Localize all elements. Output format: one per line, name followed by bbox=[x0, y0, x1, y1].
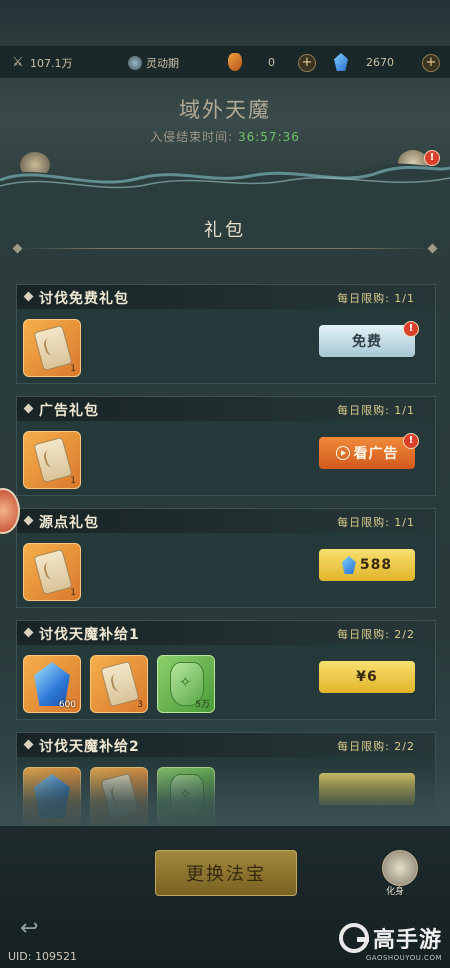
button-label: 免费 bbox=[352, 334, 382, 350]
pack-limit: 每日限购: 1/1 bbox=[337, 292, 415, 305]
watch-ad-button[interactable]: 看广告 bbox=[319, 437, 415, 469]
diamond-bullet-icon bbox=[23, 739, 34, 750]
play-icon bbox=[335, 446, 350, 460]
cloud-wave-decoration bbox=[0, 163, 450, 210]
button-label: 看广告 bbox=[353, 446, 399, 462]
alert-icon: ! bbox=[403, 433, 419, 449]
pack-limit: 每日限购: 1/1 bbox=[337, 404, 415, 417]
spirit-orb-icon bbox=[128, 56, 142, 70]
pack-name: 讨伐免费礼包 bbox=[39, 291, 129, 307]
phase-stat: 灵动期 bbox=[128, 55, 179, 71]
reward-item-scroll[interactable]: 1 bbox=[23, 319, 81, 377]
pack-name: 讨伐天魔补给1 bbox=[39, 627, 140, 643]
phase-value: 灵动期 bbox=[146, 57, 179, 70]
amber-count: 0 bbox=[268, 55, 275, 69]
add-amber-button[interactable]: + bbox=[298, 54, 316, 72]
scroll-icon bbox=[33, 436, 73, 484]
crystal-stat: 2670 bbox=[334, 53, 394, 71]
diamond-bullet-icon bbox=[23, 403, 34, 414]
button-label: 588 bbox=[359, 557, 393, 573]
alert-icon: ! bbox=[403, 321, 419, 337]
item-quantity: 1 bbox=[70, 364, 76, 374]
item-quantity: 5万 bbox=[195, 700, 210, 710]
reward-item-rune[interactable]: 5万 bbox=[157, 655, 215, 713]
pack-header: 讨伐天魔补给1 每日限购: 2/2 bbox=[17, 621, 435, 645]
item-quantity: 1 bbox=[70, 588, 76, 598]
title-divider bbox=[18, 248, 432, 249]
user-id: UID: 109521 bbox=[8, 950, 77, 963]
pack-card-source: 源点礼包 每日限购: 1/1 1 588 bbox=[16, 508, 436, 608]
diamond-bullet-icon bbox=[23, 627, 34, 638]
power-stat: ⚔ 107.1万 bbox=[12, 55, 73, 71]
claim-free-button[interactable]: 免费 bbox=[319, 325, 415, 357]
pack-limit: 每日限购: 1/1 bbox=[337, 516, 415, 529]
avatar-incarnation[interactable] bbox=[382, 850, 418, 886]
scroll-icon bbox=[33, 548, 73, 596]
pack-name: 广告礼包 bbox=[39, 403, 99, 419]
crossed-swords-icon: ⚔ bbox=[12, 55, 24, 70]
reward-item-scroll[interactable]: 3 bbox=[90, 655, 148, 713]
add-crystal-button[interactable]: + bbox=[422, 54, 440, 72]
pack-header: 讨伐免费礼包 每日限购: 1/1 bbox=[17, 285, 435, 309]
panel-bottom-fade bbox=[0, 760, 450, 830]
pack-card-ad: 广告礼包 每日限购: 1/1 1 看广告 ! bbox=[16, 396, 436, 496]
amber-gem-icon bbox=[228, 53, 242, 71]
reward-item-crystal[interactable]: 600 bbox=[23, 655, 81, 713]
pack-header: 广告礼包 每日限购: 1/1 bbox=[17, 397, 435, 421]
scroll-icon bbox=[100, 660, 140, 708]
blue-crystal-icon bbox=[341, 556, 356, 574]
pack-header: 讨伐天魔补给2 每日限购: 2/2 bbox=[17, 733, 435, 757]
crystal-count: 2670 bbox=[366, 55, 394, 69]
pack-card-free: 讨伐免费礼包 每日限购: 1/1 1 免费 ! bbox=[16, 284, 436, 384]
buy-with-crystal-button[interactable]: 588 bbox=[319, 549, 415, 581]
resource-bar: ⚔ 107.1万 灵动期 0 + 2670 + bbox=[0, 46, 450, 78]
logo-text: 高手游 bbox=[372, 928, 442, 953]
item-quantity: 3 bbox=[137, 700, 143, 710]
diamond-bullet-icon bbox=[23, 291, 34, 302]
back-arrow-icon[interactable]: ↩ bbox=[20, 918, 50, 940]
reward-item-scroll[interactable]: 1 bbox=[23, 431, 81, 489]
buy-price-button[interactable]: ¥6 bbox=[319, 661, 415, 693]
blue-crystal-icon bbox=[334, 53, 348, 71]
timer-label: 入侵结束时间: bbox=[150, 130, 234, 144]
item-quantity: 600 bbox=[58, 700, 76, 710]
pack-name: 讨伐天魔补给2 bbox=[39, 739, 140, 755]
boss-title: 域外天魔 bbox=[179, 98, 271, 122]
power-value: 107.1万 bbox=[30, 57, 73, 70]
reward-item-scroll[interactable]: 1 bbox=[23, 543, 81, 601]
diamond-bullet-icon bbox=[23, 515, 34, 526]
timer-value: 36:57:36 bbox=[237, 130, 300, 144]
pack-limit: 每日限购: 2/2 bbox=[337, 740, 415, 753]
site-watermark: 高手游 bbox=[338, 922, 442, 954]
g-logo-icon bbox=[338, 923, 369, 953]
logo-subtext: GAOSHOUYOU.COM bbox=[365, 954, 442, 962]
pack-card-supply-1: 讨伐天魔补给1 每日限购: 2/2 600 3 5万 ¥6 bbox=[16, 620, 436, 720]
change-treasure-button[interactable]: 更换法宝 bbox=[155, 850, 297, 896]
invasion-timer: 入侵结束时间: 36:57:36 bbox=[0, 128, 450, 145]
amber-stat: 0 bbox=[228, 53, 275, 71]
pack-name: 源点礼包 bbox=[39, 515, 99, 531]
pack-header: 源点礼包 每日限购: 1/1 bbox=[17, 509, 435, 533]
panel-title: 礼包 bbox=[204, 220, 246, 241]
gift-pack-panel bbox=[0, 186, 450, 826]
pack-limit: 每日限购: 2/2 bbox=[337, 628, 415, 641]
avatar-label: 化身 bbox=[386, 887, 405, 897]
item-quantity: 1 bbox=[70, 476, 76, 486]
button-label: ¥6 bbox=[356, 669, 378, 685]
scroll-icon bbox=[33, 324, 73, 372]
